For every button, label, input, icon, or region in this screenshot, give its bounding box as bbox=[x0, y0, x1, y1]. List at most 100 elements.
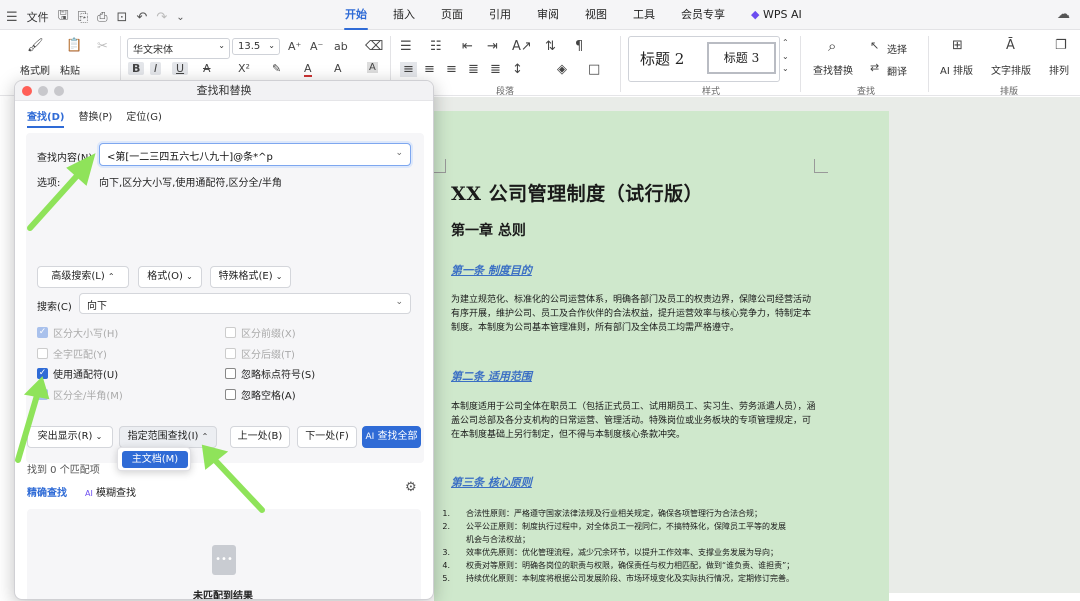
print-icon[interactable]: ⎙ bbox=[97, 10, 107, 25]
range-dropdown: 主文档(M) bbox=[117, 447, 191, 471]
find-in-range-button[interactable]: 指定范围查找(I) ⌃ bbox=[119, 426, 217, 448]
distribute-icon[interactable]: ≣ bbox=[490, 62, 501, 77]
file-menu[interactable]: 文件 bbox=[27, 9, 49, 25]
chevron-down-icon[interactable]: ⌄ bbox=[176, 12, 184, 23]
font-name-select[interactable]: 华文宋体 ⌄ bbox=[127, 38, 230, 59]
use-wildcards-checkbox[interactable]: ✓ 使用通配符(U) bbox=[37, 366, 118, 381]
ignore-punctuation-label: 忽略标点符号(S) bbox=[241, 370, 316, 381]
share-icon[interactable]: ⎘ bbox=[78, 10, 88, 25]
tab-reference[interactable]: 引用 bbox=[476, 7, 524, 25]
ai-layout-button[interactable]: AI 排版 bbox=[940, 62, 973, 77]
font-size-select[interactable]: 13.5 ⌄ bbox=[232, 38, 280, 55]
tab-page[interactable]: 页面 bbox=[428, 7, 476, 25]
zoom-window-button[interactable] bbox=[54, 86, 64, 96]
align-right-icon[interactable]: ≡ bbox=[446, 62, 457, 77]
shrink-font-icon[interactable]: A⁻ bbox=[310, 40, 323, 53]
translate-button[interactable]: 翻译 bbox=[887, 63, 907, 78]
paste-button[interactable]: 粘贴 bbox=[60, 62, 80, 77]
main-document-option[interactable]: 主文档(M) bbox=[122, 451, 188, 468]
tab-tools[interactable]: 工具 bbox=[620, 7, 668, 25]
tab-view[interactable]: 视图 bbox=[572, 7, 620, 25]
bold-icon[interactable]: B bbox=[128, 62, 145, 75]
select-button[interactable]: 选择 bbox=[887, 41, 907, 56]
tab-home[interactable]: 开始 bbox=[332, 7, 380, 30]
align-center-icon[interactable]: ≡ bbox=[424, 62, 435, 77]
print-preview-icon[interactable]: ⊡ bbox=[117, 10, 128, 25]
advanced-search-button[interactable]: 高级搜索(L) ⌃ bbox=[37, 266, 129, 288]
close-window-button[interactable] bbox=[22, 86, 32, 96]
tab-review[interactable]: 审阅 bbox=[524, 7, 572, 25]
shading-icon[interactable]: ◈ bbox=[557, 62, 567, 77]
more-styles-icon[interactable]: ⌄ bbox=[782, 64, 789, 73]
chevron-down-icon[interactable]: ⌄ bbox=[395, 148, 403, 158]
format-button[interactable]: 格式(O) ⌄ bbox=[138, 266, 202, 288]
style-heading-3[interactable]: 标题 3 bbox=[707, 42, 776, 74]
strikethrough-icon[interactable]: A bbox=[203, 62, 211, 75]
tab-insert[interactable]: 插入 bbox=[380, 7, 428, 25]
border-icon[interactable]: □ bbox=[588, 62, 600, 77]
menu-icon[interactable]: ☰ bbox=[6, 10, 18, 25]
search-direction-select[interactable]: 向下 ⌄ bbox=[79, 293, 411, 314]
show-marks-icon[interactable]: ¶ bbox=[575, 39, 583, 54]
cloud-sync-icon[interactable]: ☁ bbox=[1057, 7, 1070, 22]
style-heading-2[interactable]: 标题 2 bbox=[640, 48, 684, 69]
font-color-icon[interactable]: A bbox=[304, 62, 312, 77]
indent-icon[interactable]: ⇥ bbox=[487, 39, 498, 54]
superscript-icon[interactable]: X² bbox=[238, 62, 250, 75]
ignore-punctuation-checkbox[interactable]: 忽略标点符号(S) bbox=[225, 366, 315, 381]
chevron-down-icon[interactable]: ⌄ bbox=[782, 52, 789, 61]
paste-icon: 📋 bbox=[66, 38, 83, 53]
bullet-list-icon[interactable]: ☰ bbox=[400, 39, 412, 54]
tab-replace[interactable]: 替换(P) bbox=[78, 108, 112, 128]
tab-find[interactable]: 查找(D) bbox=[27, 108, 64, 128]
underline-icon[interactable]: U bbox=[172, 62, 189, 75]
next-button[interactable]: 下一处(F) bbox=[297, 426, 357, 448]
document-page[interactable]: XX 公司管理制度（试行版） 第一章 总则 第一条 制度目的 为建立规范化、标准… bbox=[432, 111, 889, 601]
minimize-window-button[interactable] bbox=[38, 86, 48, 96]
find-all-button[interactable]: AI 查找全部 bbox=[362, 426, 421, 448]
chevron-up-icon[interactable]: ⌃ bbox=[782, 38, 789, 47]
suffix-checkbox[interactable]: 区分后缀(T) bbox=[225, 346, 295, 361]
align-left-icon[interactable]: ≡ bbox=[400, 62, 417, 77]
save-icon[interactable]: 🖫 bbox=[58, 6, 69, 28]
highlight-button[interactable]: 突出显示(R) ⌄ bbox=[27, 426, 113, 448]
find-input[interactable]: <第[一二三四五六七八九十]@条*^p ⌄ bbox=[99, 143, 411, 166]
text-layout-button[interactable]: 文字排版 bbox=[991, 62, 1031, 77]
find-replace-button[interactable]: 查找替换 bbox=[813, 62, 853, 77]
clear-format-icon[interactable]: ⌫ bbox=[365, 39, 383, 54]
number-list-icon[interactable]: ☷ bbox=[430, 39, 442, 54]
italic-icon[interactable]: I bbox=[150, 62, 162, 75]
fuzzy-search-tab[interactable]: AI 模糊查找 bbox=[85, 484, 136, 499]
cut-icon[interactable]: ✂ bbox=[97, 39, 108, 54]
format-painter-button[interactable]: 格式刷 bbox=[20, 62, 50, 77]
sort-icon[interactable]: ⇅ bbox=[545, 39, 556, 54]
special-format-button[interactable]: 特殊格式(E) ⌄ bbox=[210, 266, 291, 288]
phonetic-icon[interactable]: ab bbox=[334, 40, 348, 53]
use-wildcards-label: 使用通配符(U) bbox=[53, 370, 119, 381]
undo-icon[interactable]: ↶ bbox=[136, 10, 147, 25]
divider bbox=[800, 36, 801, 92]
outdent-icon[interactable]: ⇤ bbox=[462, 39, 473, 54]
document-title: XX 公司管理制度（试行版） bbox=[451, 183, 704, 205]
line-spacing-icon[interactable]: ↕ bbox=[512, 62, 523, 77]
full-half-width-checkbox[interactable]: ✓ 区分全/半角(M) bbox=[37, 387, 123, 402]
previous-button[interactable]: 上一处(B) bbox=[230, 426, 290, 448]
tab-wps-ai[interactable]: ◆ WPS AI bbox=[738, 7, 815, 25]
match-case-checkbox[interactable]: ✓ 区分大小写(H) bbox=[37, 325, 118, 340]
ignore-space-checkbox[interactable]: 忽略空格(A) bbox=[225, 387, 296, 402]
chevron-down-icon: ⌄ bbox=[218, 41, 225, 50]
precise-search-tab[interactable]: 精确查找 bbox=[27, 484, 67, 499]
whole-word-checkbox[interactable]: 全字匹配(Y) bbox=[37, 346, 107, 361]
gear-icon[interactable]: ⚙ bbox=[405, 480, 417, 495]
char-border-icon[interactable]: A bbox=[367, 62, 378, 73]
justify-icon[interactable]: ≣ bbox=[468, 62, 479, 77]
highlight-icon[interactable]: ✎ bbox=[272, 62, 281, 75]
tab-member[interactable]: 会员专享 bbox=[668, 7, 738, 25]
arrange-button[interactable]: 排列 bbox=[1049, 62, 1069, 77]
redo-icon[interactable]: ↷ bbox=[156, 10, 167, 25]
prefix-checkbox[interactable]: 区分前缀(X) bbox=[225, 325, 296, 340]
grow-font-icon[interactable]: A⁺ bbox=[288, 40, 301, 53]
char-shading-icon[interactable]: A bbox=[334, 62, 342, 75]
tab-goto[interactable]: 定位(G) bbox=[126, 108, 162, 128]
text-direction-icon[interactable]: A↗ bbox=[512, 39, 532, 54]
